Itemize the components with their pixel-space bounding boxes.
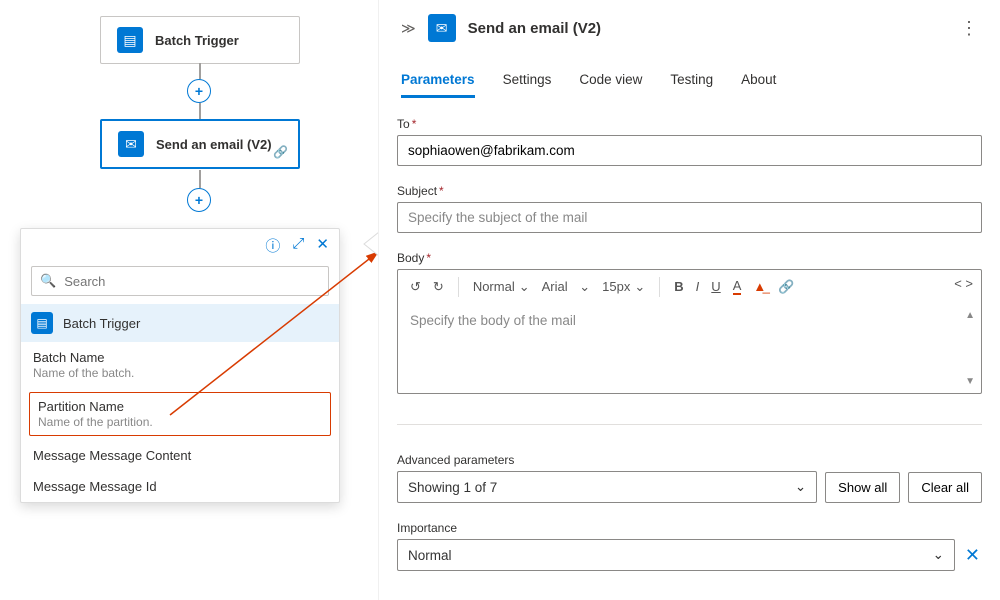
field-to: To* [397,117,982,166]
to-input[interactable] [397,135,982,166]
body-editor: ↺ ↻ Normal ⌄ Arial ⌄ 15px ⌄ B I U A ▲̲ 🔗… [397,269,982,394]
link-icon[interactable]: 🔗 [772,275,800,299]
undo-icon[interactable]: ↺ [404,275,427,299]
action-node[interactable]: ✉ Send an email (V2) 🔗 [100,119,300,169]
batch-icon: ▤ [117,27,143,53]
chevron-down-icon: ⌄ [579,279,590,295]
importance-label: Importance [397,521,982,535]
importance-dropdown[interactable]: Normal ⌄ [397,539,955,571]
size-dropdown[interactable]: 15px ⌄ [596,275,651,299]
more-icon[interactable]: ⋮ [960,18,978,39]
show-all-button[interactable]: Show all [825,472,900,503]
dynamic-item-message-content[interactable]: Message Message Content [21,440,339,471]
chevron-down-icon: ⌄ [933,547,944,563]
chevron-down-icon: ⌄ [519,279,530,295]
divider [397,424,982,425]
connector-line [199,63,201,79]
bold-icon[interactable]: B [668,275,689,298]
clear-all-button[interactable]: Clear all [908,472,982,503]
section-title: Batch Trigger [63,316,140,331]
body-textarea[interactable]: Specify the body of the mail [398,303,981,393]
link-icon: 🔗 [273,145,288,159]
info-icon[interactable]: ⓘ [265,235,280,256]
trigger-node[interactable]: ▤ Batch Trigger [100,16,300,64]
highlight-icon[interactable]: ▲̲ [747,275,772,298]
advanced-dropdown[interactable]: Showing 1 of 7 ⌄ [397,471,817,503]
tab-codeview[interactable]: Code view [579,72,642,98]
chevron-down-icon: ⌄ [795,479,806,495]
italic-icon[interactable]: I [690,275,706,298]
panel-header: ≫ ✉ Send an email (V2) ⋮ [397,0,982,50]
subject-label: Subject* [397,184,982,198]
scroll-up-icon[interactable]: ▲ [965,310,975,321]
dynamic-search-input[interactable] [64,274,320,289]
style-dropdown[interactable]: Normal ⌄ [467,275,536,299]
batch-icon: ▤ [31,312,53,334]
underline-icon[interactable]: U [705,275,726,298]
redo-icon[interactable]: ↻ [427,275,450,299]
importance-row: Normal ⌄ ✕ [397,539,982,571]
trigger-label: Batch Trigger [155,33,239,48]
advanced-label: Advanced parameters [397,453,982,467]
connector-line [199,103,201,119]
tab-parameters[interactable]: Parameters [401,72,475,98]
search-icon: 🔍 [40,273,56,289]
expand-icon[interactable]: ⤢ [292,235,304,256]
to-label: To* [397,117,982,131]
add-action-button[interactable]: + [187,79,211,103]
tab-bar: Parameters Settings Code view Testing Ab… [397,72,982,99]
remove-param-icon[interactable]: ✕ [963,541,982,570]
mail-icon: ✉ [428,14,456,42]
collapse-icon[interactable]: ≫ [401,20,416,37]
field-subject: Subject* [397,184,982,233]
action-label: Send an email (V2) [156,137,272,152]
dynamic-item-batch-name[interactable]: Batch Name Name of the batch. [21,342,339,388]
font-dropdown[interactable]: Arial ⌄ [536,275,597,299]
details-panel: ≫ ✉ Send an email (V2) ⋮ Parameters Sett… [378,0,1000,600]
mail-icon: ✉ [118,131,144,157]
panel-title: Send an email (V2) [468,20,960,37]
add-action-button[interactable]: + [187,188,211,212]
field-body: Body* ↺ ↻ Normal ⌄ Arial ⌄ 15px ⌄ B I U … [397,251,982,394]
tab-about[interactable]: About [741,72,776,98]
dynamic-item-message-id[interactable]: Message Message Id [21,471,339,502]
dynamic-content-panel: ⓘ ⤢ ✕ 🔍 ▤ Batch Trigger Batch Name Name … [20,228,340,503]
advanced-row: Showing 1 of 7 ⌄ Show all Clear all [397,471,982,503]
dynamic-search-box[interactable]: 🔍 [31,266,329,296]
body-label: Body* [397,251,982,265]
code-toggle-icon[interactable]: < > [954,276,973,291]
connector-line [199,170,201,188]
dynamic-item-partition-name[interactable]: Partition Name Name of the partition. [29,392,331,436]
subject-input[interactable] [397,202,982,233]
tab-testing[interactable]: Testing [670,72,713,98]
font-color-icon[interactable]: A [727,274,748,299]
tab-settings[interactable]: Settings [503,72,552,98]
chevron-down-icon: ⌄ [634,279,645,295]
close-icon[interactable]: ✕ [316,235,329,256]
editor-toolbar: ↺ ↻ Normal ⌄ Arial ⌄ 15px ⌄ B I U A ▲̲ 🔗… [398,270,981,303]
dynamic-section-header: ▤ Batch Trigger [21,304,339,342]
scroll-down-icon[interactable]: ▼ [965,376,975,387]
